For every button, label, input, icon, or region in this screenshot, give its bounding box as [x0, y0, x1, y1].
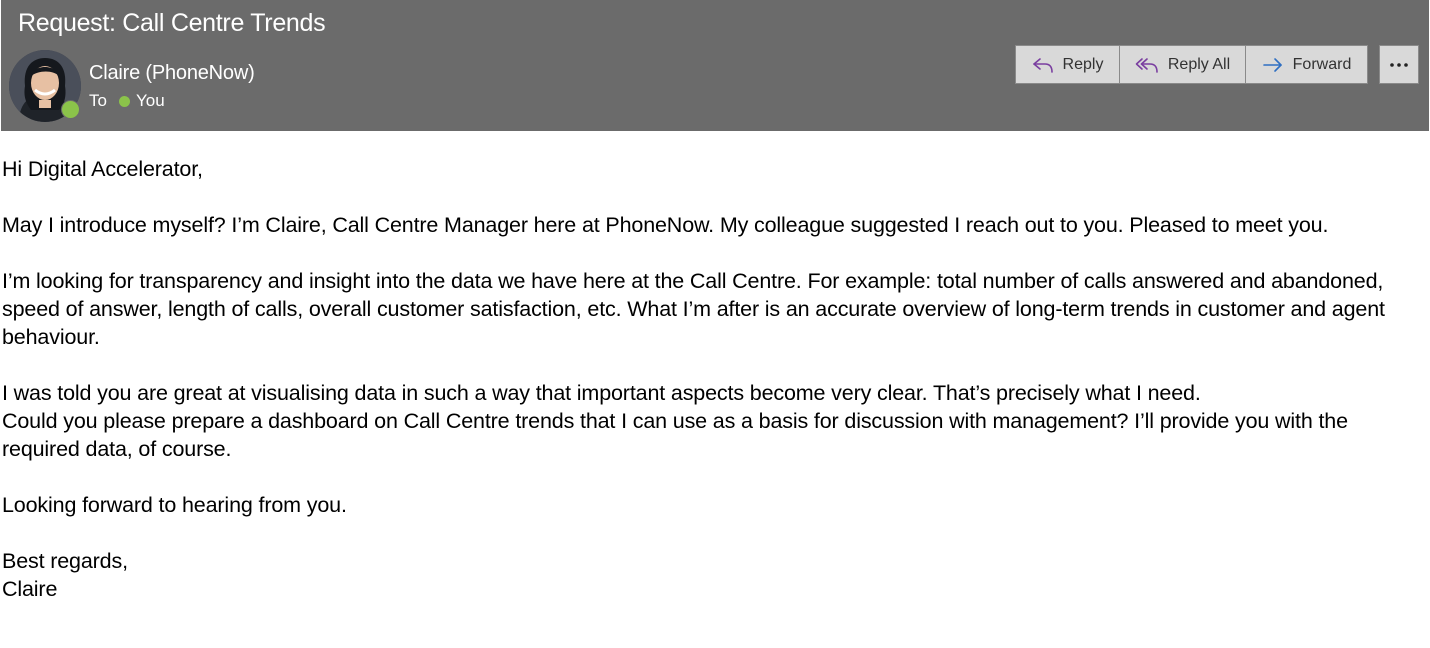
reply-label: Reply [1062, 55, 1104, 73]
reply-all-label: Reply All [1167, 55, 1231, 73]
reply-icon [1032, 57, 1053, 73]
message-actions: Reply Reply All Forward [1015, 45, 1368, 84]
forward-button[interactable]: Forward [1246, 45, 1368, 84]
body-paragraph: I was told you are great at visualising … [2, 381, 1201, 405]
email-subject: Request: Call Centre Trends [18, 9, 326, 37]
reply-button[interactable]: Reply [1015, 45, 1120, 84]
body-paragraph: Could you please prepare a dashboard on … [2, 409, 1348, 461]
signature: Claire [2, 577, 58, 601]
recipient-presence-icon [118, 95, 130, 107]
email-header: Request: Call Centre Trends Claire (Phon… [1, 0, 1429, 131]
to-label: To [89, 91, 107, 110]
sender-name[interactable]: Claire (PhoneNow) [89, 62, 255, 85]
more-options-button[interactable] [1379, 45, 1419, 84]
greeting: Hi Digital Accelerator, [2, 157, 203, 181]
body-paragraph: I’m looking for transparency and insight… [2, 269, 1385, 349]
forward-label: Forward [1292, 55, 1352, 73]
body-paragraph: May I introduce myself? I’m Claire, Call… [2, 213, 1329, 237]
ellipsis-icon [1390, 62, 1408, 67]
recipient-name[interactable]: You [136, 91, 165, 111]
forward-arrow-icon [1262, 57, 1282, 72]
recipient-line: To You [89, 91, 165, 111]
presence-available-icon [61, 100, 80, 119]
closing-line: Looking forward to hearing from you. [2, 493, 347, 517]
sign-off: Best regards, [2, 549, 128, 573]
reply-all-button[interactable]: Reply All [1120, 45, 1246, 84]
reply-all-icon [1135, 57, 1158, 73]
email-body: Hi Digital Accelerator, May I introduce … [0, 131, 1427, 603]
